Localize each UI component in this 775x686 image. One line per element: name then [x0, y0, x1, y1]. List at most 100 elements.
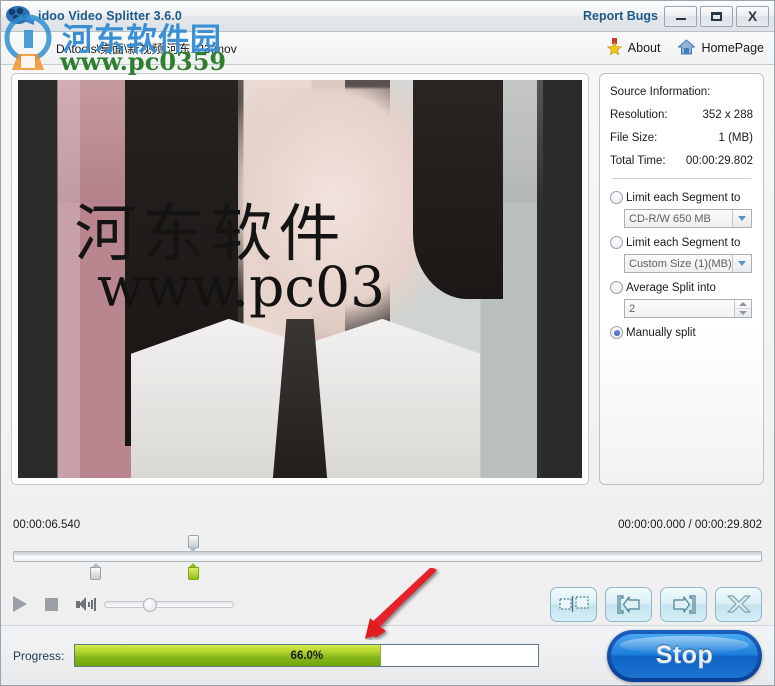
spinner-up-button[interactable] — [735, 300, 751, 309]
path-toolbar: D:\tools\桌面\新视频\河东123.mov About HomePage — [1, 32, 774, 65]
timeline-playhead[interactable] — [187, 535, 199, 552]
stop-playback-button[interactable] — [45, 597, 76, 611]
radio-average-split[interactable]: Average Split into — [610, 281, 753, 294]
video-preview-frame: 河东软件 www.pc03 — [11, 73, 589, 485]
combo-disc-size[interactable]: CD-R/W 650 MB — [624, 209, 752, 228]
progress-bar-row: Progress: 66.0% Stop — [1, 625, 774, 685]
option-average-split: Average Split into 2 — [610, 281, 753, 318]
video-still-hair-right — [412, 80, 504, 299]
application-window: idoo Video Splitter 3.6.0 Report Bugs X … — [0, 0, 775, 686]
source-information-panel: Source Information: Resolution: 352 x 28… — [599, 73, 764, 485]
radio-manually-split[interactable]: Manually split — [610, 326, 753, 339]
panel-divider — [612, 178, 751, 179]
option-limit-segment-disc: Limit each Segment to CD-R/W 650 MB — [610, 191, 753, 228]
playback-controls — [1, 579, 774, 625]
file-path-label: D:\tools\桌面\新视频\河东123.mov — [56, 41, 237, 56]
toolbar-links: About HomePage — [606, 38, 774, 58]
app-logo-icon — [5, 4, 35, 28]
radio-button-icon — [610, 326, 623, 339]
radio-limit-segment-disc-label: Limit each Segment to — [626, 191, 741, 204]
volume-icon[interactable] — [76, 596, 96, 612]
close-icon: X — [747, 8, 758, 24]
combo-custom-size[interactable]: Custom Size (1)(MB) — [624, 254, 752, 273]
minimize-icon — [675, 18, 686, 20]
radio-button-icon — [610, 236, 623, 249]
radio-manually-split-label: Manually split — [626, 326, 696, 339]
maximize-button[interactable] — [700, 5, 733, 27]
title-bar-actions: Report Bugs X — [583, 5, 774, 27]
play-icon — [13, 596, 27, 612]
video-watermark-url: www.pc03 — [96, 255, 386, 320]
main-content: 河东软件 www.pc03 Source Information: Resolu… — [1, 65, 774, 513]
mark-in-icon — [616, 594, 640, 614]
segment-end-marker[interactable] — [187, 563, 199, 580]
report-bugs-link[interactable]: Report Bugs — [583, 9, 658, 23]
stop-action-button[interactable]: Stop — [607, 629, 762, 682]
info-row-total-time: Total Time: 00:00:29.802 — [610, 155, 753, 167]
combo-custom-size-value: Custom Size (1)(MB) — [629, 257, 732, 270]
progress-label: Progress: — [13, 648, 65, 663]
segment-start-marker[interactable] — [90, 563, 102, 580]
star-ribbon-icon — [606, 38, 623, 58]
maximize-icon — [711, 11, 722, 21]
chevron-down-icon — [732, 210, 751, 227]
split-icon — [558, 596, 589, 612]
radio-limit-segment-custom[interactable]: Limit each Segment to — [610, 236, 753, 249]
video-pillarbox-left — [18, 80, 58, 478]
radio-button-icon — [610, 191, 623, 204]
preview-column: 河东软件 www.pc03 — [11, 73, 589, 513]
segment-action-buttons — [550, 586, 762, 622]
progress-bar: 66.0% — [74, 644, 540, 667]
delete-segment-button[interactable] — [715, 586, 762, 622]
info-row-resolution: Resolution: 352 x 288 — [610, 109, 753, 121]
radio-average-split-label: Average Split into — [626, 281, 716, 294]
mark-out-icon — [672, 594, 696, 614]
total-time-label: Total Time: — [610, 155, 666, 167]
set-end-point-button[interactable] — [660, 586, 707, 622]
current-time-label: 00:00:06.540 — [13, 519, 81, 531]
radio-limit-segment-disc[interactable]: Limit each Segment to — [610, 191, 753, 204]
file-size-label: File Size: — [610, 132, 658, 144]
homepage-button[interactable]: HomePage — [677, 38, 764, 58]
volume-slider-knob[interactable] — [142, 597, 157, 612]
combo-disc-size-value: CD-R/W 650 MB — [629, 212, 711, 225]
delete-x-icon — [726, 595, 751, 613]
homepage-label: HomePage — [701, 41, 764, 55]
spinner-down-button[interactable] — [735, 309, 751, 318]
chevron-down-icon — [732, 255, 751, 272]
about-button[interactable]: About — [606, 38, 661, 58]
minimize-button[interactable] — [664, 5, 697, 27]
playhead-tip — [188, 547, 199, 552]
resolution-value: 352 x 288 — [702, 109, 753, 121]
file-size-value: 1 (MB) — [718, 132, 754, 144]
stop-button-label: Stop — [655, 641, 714, 669]
range-time-label: 00:00:00.000 / 00:00:29.802 — [618, 519, 762, 531]
spinner-average-split-count[interactable]: 2 — [624, 299, 752, 318]
play-button[interactable] — [13, 596, 45, 612]
spinner-buttons — [734, 300, 751, 317]
volume-slider[interactable] — [104, 597, 234, 612]
info-row-file-size: File Size: 1 (MB) — [610, 132, 753, 144]
home-icon — [677, 38, 697, 58]
close-button[interactable]: X — [736, 5, 769, 27]
window-buttons: X — [664, 5, 769, 27]
total-time-value: 00:00:29.802 — [685, 155, 753, 167]
set-start-point-button[interactable] — [605, 586, 652, 622]
timeline-track-wrapper — [13, 535, 762, 580]
progress-percent-text: 66.0% — [290, 649, 324, 662]
split-segment-button[interactable] — [550, 586, 597, 622]
marker-body — [187, 567, 199, 580]
marker-body — [90, 567, 102, 580]
source-information-title: Source Information: — [610, 86, 711, 98]
timeline-scrubber[interactable] — [13, 551, 762, 562]
video-pillarbox-right — [542, 80, 582, 478]
about-label: About — [627, 41, 661, 55]
video-surface[interactable]: 河东软件 www.pc03 — [18, 80, 582, 478]
spinner-value: 2 — [629, 302, 636, 315]
stop-icon — [45, 597, 58, 611]
radio-button-icon — [610, 281, 623, 294]
timeline-time-row: 00:00:06.540 00:00:00.000 / 00:00:29.802 — [13, 519, 762, 531]
option-manually-split: Manually split — [610, 326, 753, 339]
resolution-label: Resolution: — [610, 109, 668, 121]
timeline-area: 00:00:06.540 00:00:00.000 / 00:00:29.802 — [1, 513, 774, 580]
